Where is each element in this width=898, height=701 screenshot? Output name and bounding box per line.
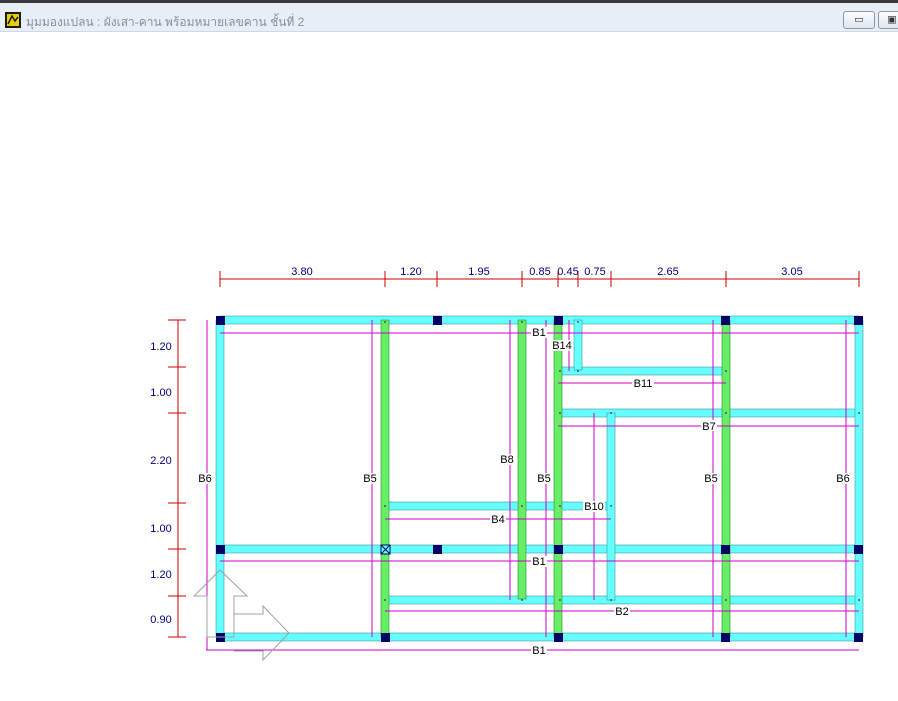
- node-dots: [384, 321, 860, 601]
- column[interactable]: [721, 316, 730, 325]
- dim-top-6: 0.75: [584, 266, 605, 278]
- beam-b14[interactable]: [573, 319, 583, 371]
- dim-left-5: 1.20: [150, 569, 171, 581]
- column[interactable]: [554, 633, 563, 642]
- beam-right-edge[interactable]: [854, 319, 864, 638]
- dim-top-5: 0.45: [557, 266, 578, 278]
- minimize-button[interactable]: ▭: [843, 11, 875, 29]
- beam-label-b1-mid: B1: [532, 556, 545, 568]
- beam-label-b6-left: B6: [198, 473, 211, 485]
- beam-b5-b[interactable]: [553, 319, 563, 638]
- column-cross-marker: [380, 544, 391, 555]
- beam-b7[interactable]: [557, 408, 860, 418]
- left-dimension-line: [168, 319, 186, 638]
- beam-label-b2: B2: [615, 606, 628, 618]
- beam-label-b5-c: B5: [704, 473, 717, 485]
- column[interactable]: [433, 545, 442, 554]
- column[interactable]: [216, 545, 225, 554]
- axis-arrow-icon: [192, 569, 290, 662]
- beam-label-b10: B10: [584, 501, 604, 513]
- beam-label-b1-bottom: B1: [532, 645, 545, 657]
- dim-top-4: 0.85: [529, 266, 550, 278]
- beam-b5-c[interactable]: [721, 319, 731, 638]
- dim-left-6: 0.90: [150, 614, 171, 626]
- minimize-icon: ▭: [854, 14, 864, 26]
- beam-b4[interactable]: [384, 501, 612, 511]
- dim-top-8: 3.05: [781, 266, 802, 278]
- dim-left-4: 1.00: [150, 523, 171, 535]
- beam-label-b4: B4: [491, 514, 504, 526]
- column[interactable]: [854, 545, 863, 554]
- beam-middle[interactable]: [219, 544, 860, 554]
- beam-label-b6-right: B6: [836, 473, 849, 485]
- column[interactable]: [721, 545, 730, 554]
- maximize-icon: ▣: [887, 14, 897, 26]
- column[interactable]: [433, 316, 442, 325]
- column[interactable]: [554, 545, 563, 554]
- plan-canvas[interactable]: 3.80 1.20 1.95 0.85 0.45 0.75 2.65 3.05 …: [0, 32, 898, 701]
- dim-left-1: 1.20: [150, 341, 171, 353]
- dim-top-2: 1.20: [400, 266, 421, 278]
- column[interactable]: [721, 633, 730, 642]
- beam-label-b5-a: B5: [363, 473, 376, 485]
- beam-label-b11: B11: [634, 378, 653, 390]
- beam-label-b14: B14: [552, 340, 572, 352]
- dim-left-3: 2.20: [150, 455, 171, 467]
- beam-b8[interactable]: [517, 319, 527, 600]
- beam-b2[interactable]: [384, 595, 860, 605]
- dim-top-1: 3.80: [291, 266, 312, 278]
- beam-b11[interactable]: [557, 366, 727, 376]
- beam-label-b1-top: B1: [532, 327, 545, 339]
- dim-top-3: 1.95: [468, 266, 489, 278]
- dim-top-7: 2.65: [657, 266, 678, 278]
- app-icon: [5, 12, 21, 28]
- window-top-edge: [0, 0, 898, 3]
- beam-label-b7: B7: [702, 421, 715, 433]
- beam-b5-a[interactable]: [380, 319, 390, 638]
- column[interactable]: [854, 633, 863, 642]
- dim-left-2: 1.00: [150, 387, 171, 399]
- beam-label-b8: B8: [500, 454, 513, 466]
- beam-top[interactable]: [219, 315, 860, 325]
- column[interactable]: [381, 633, 390, 642]
- title-bar: มุมมองแปลน : ผังเสา-คาน พร้อมหมายเลขคาน …: [0, 0, 898, 32]
- maximize-button[interactable]: ▣: [878, 11, 898, 29]
- beam-bottom[interactable]: [219, 632, 860, 642]
- column[interactable]: [216, 316, 225, 325]
- beam-label-b5-b: B5: [537, 473, 550, 485]
- beam-left-edge[interactable]: [215, 319, 225, 638]
- column[interactable]: [854, 316, 863, 325]
- column[interactable]: [554, 316, 563, 325]
- window-title: มุมมองแปลน : ผังเสา-คาน พร้อมหมายเลขคาน …: [26, 15, 305, 29]
